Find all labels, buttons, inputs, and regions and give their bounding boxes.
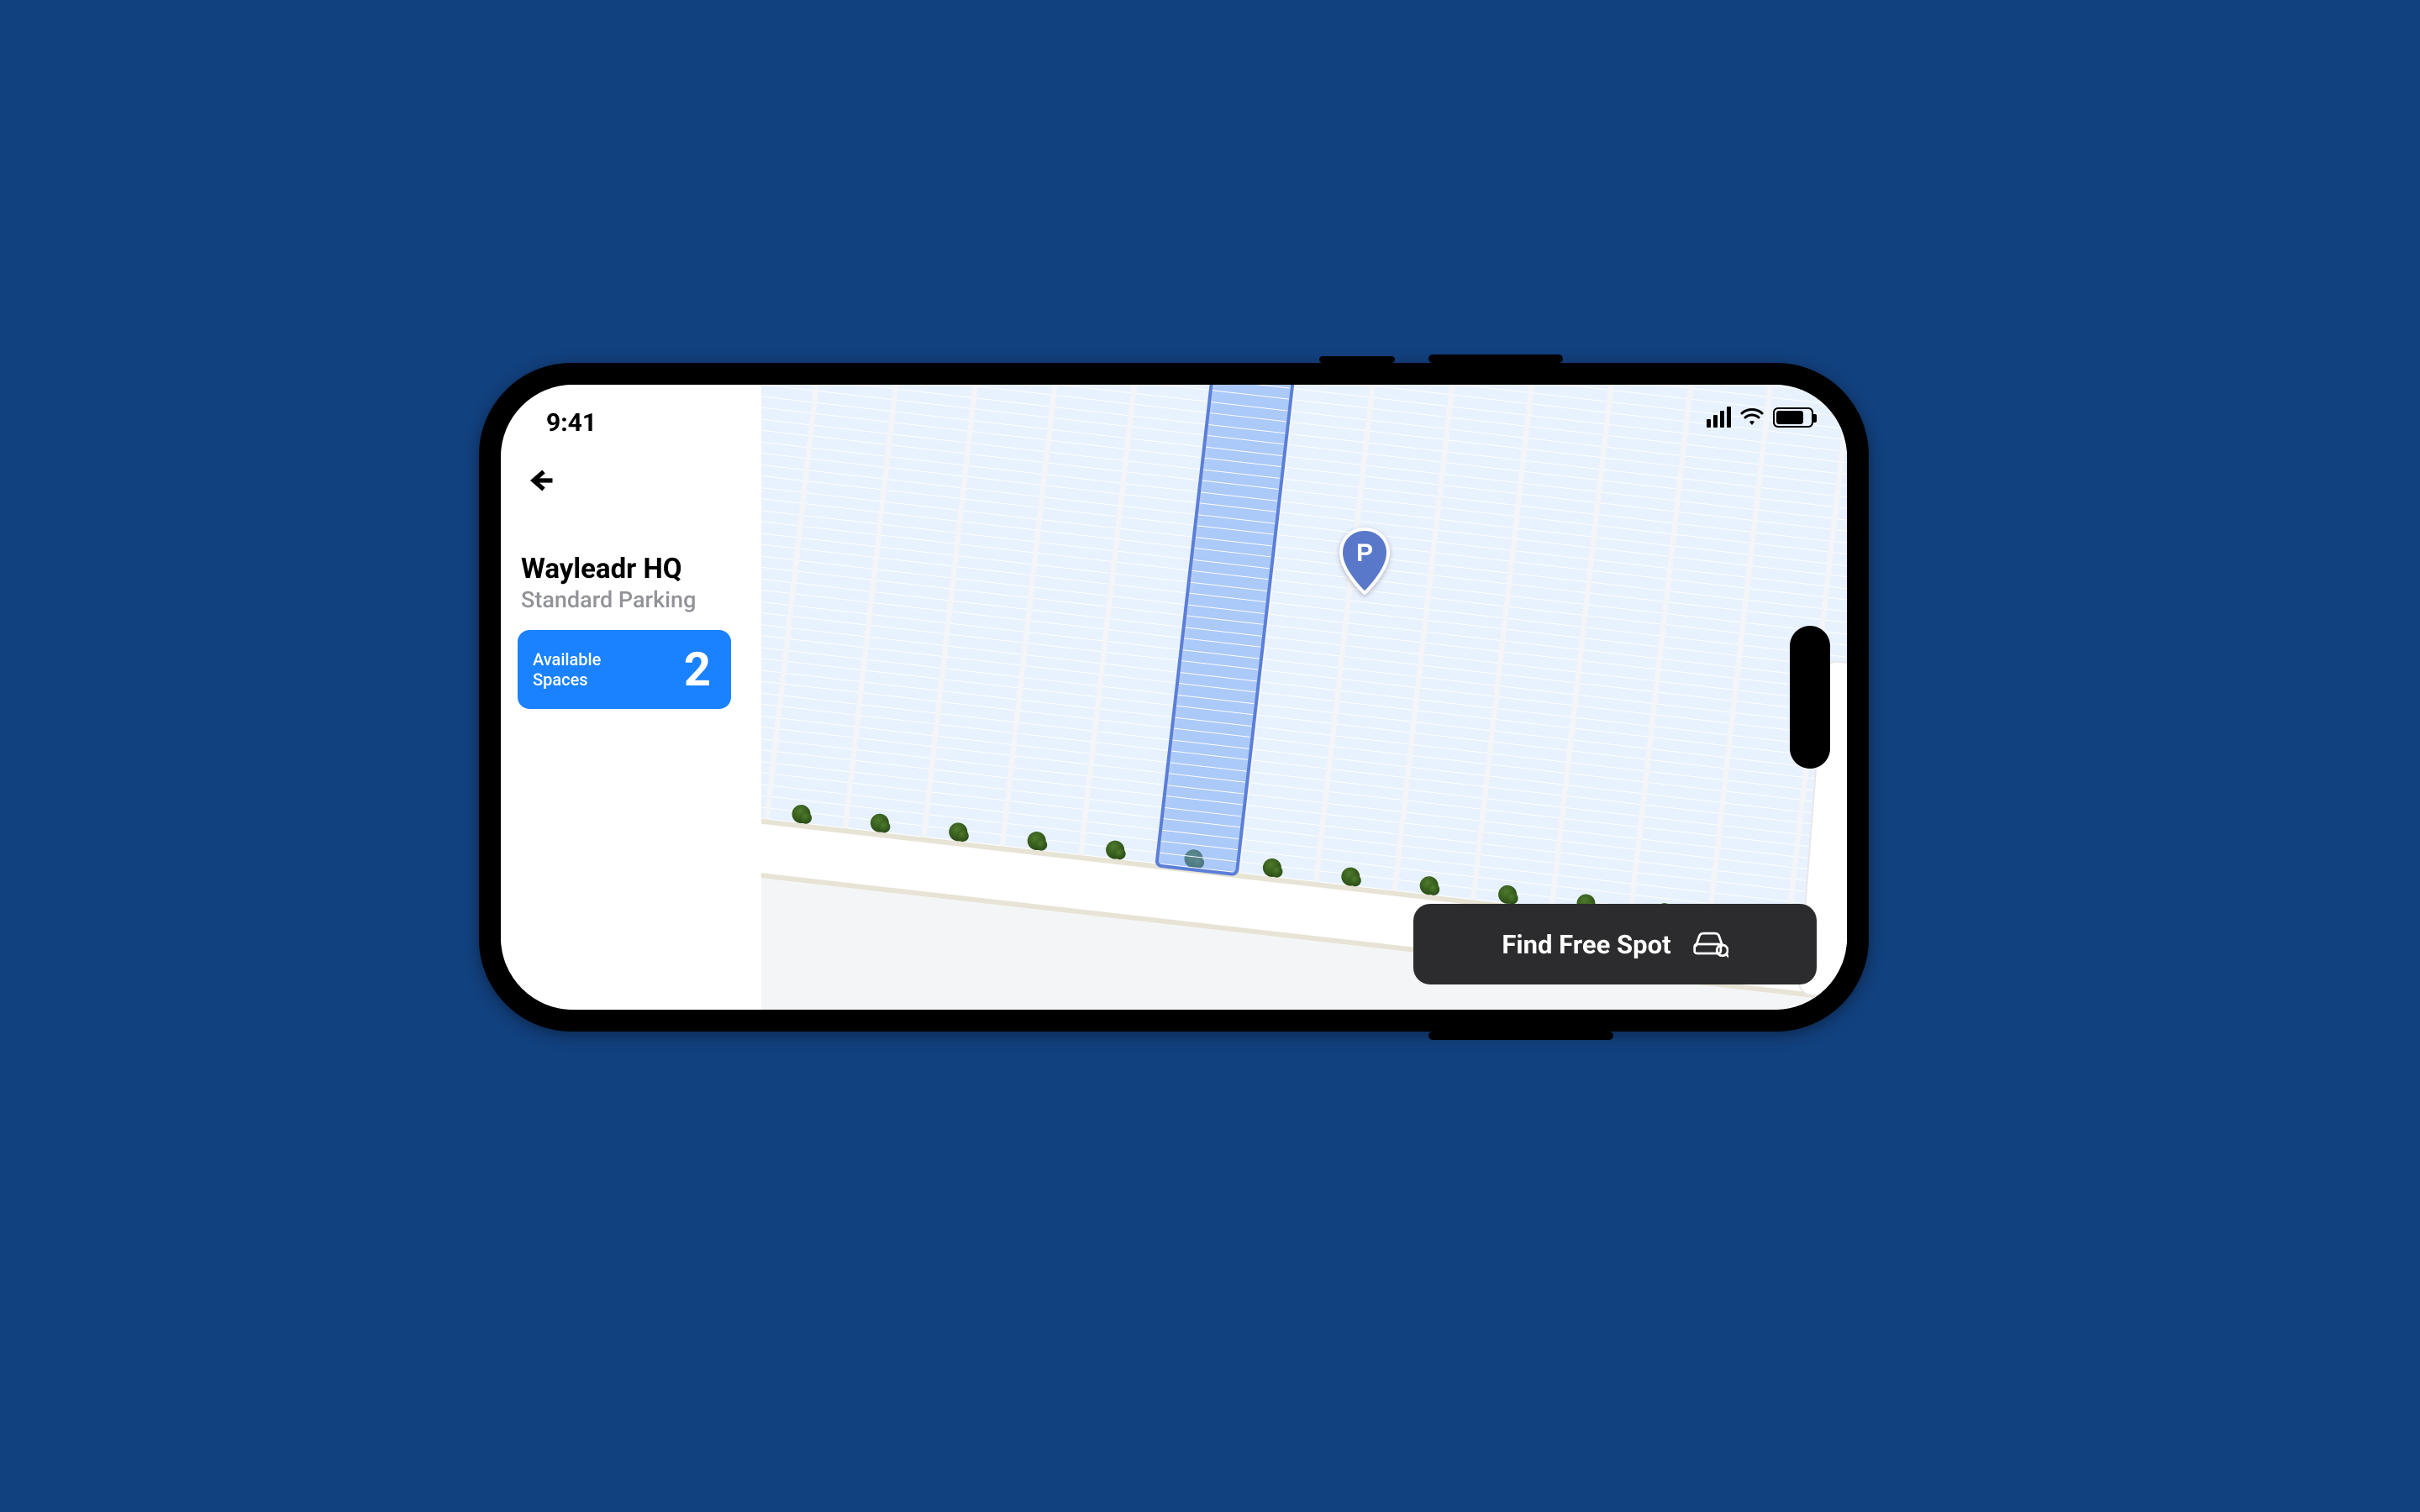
parking-map[interactable]: P Find Free Spot — [761, 385, 1847, 1010]
statusbar-time: 9:41 — [546, 408, 597, 438]
back-button[interactable] — [524, 464, 558, 497]
location-title: Wayleadr HQ — [521, 553, 748, 585]
find-free-spot-label: Find Free Spot — [1502, 929, 1670, 960]
location-subtitle: Standard Parking — [521, 586, 696, 613]
available-spaces-label: Available Spaces — [533, 649, 601, 690]
cellular-signal-icon — [1707, 407, 1731, 428]
wifi-icon — [1739, 407, 1765, 428]
available-spaces-label-line1: Available — [533, 649, 601, 669]
phone-screen: 9:41 Wayleadr HQ Standard Parking — [501, 385, 1847, 1010]
available-spaces-card[interactable]: Available Spaces 2 — [518, 630, 731, 709]
phone-side-button — [1428, 354, 1563, 363]
phone-side-button — [1319, 356, 1395, 363]
parking-pin-icon[interactable]: P — [1338, 528, 1392, 595]
available-spaces-count: 2 — [684, 642, 711, 697]
phone-mockup: 9:41 Wayleadr HQ Standard Parking — [479, 363, 1869, 1032]
phone-dynamic-island — [1790, 626, 1830, 769]
statusbar-right — [1707, 407, 1813, 428]
sidebar-panel: Wayleadr HQ Standard Parking Available S… — [501, 385, 761, 1010]
phone-side-button — [1428, 1032, 1613, 1040]
battery-icon — [1773, 407, 1813, 428]
car-search-icon — [1691, 929, 1728, 959]
parking-pin-letter: P — [1356, 539, 1373, 567]
find-free-spot-button[interactable]: Find Free Spot — [1413, 904, 1817, 984]
available-spaces-label-line2: Spaces — [533, 669, 601, 690]
